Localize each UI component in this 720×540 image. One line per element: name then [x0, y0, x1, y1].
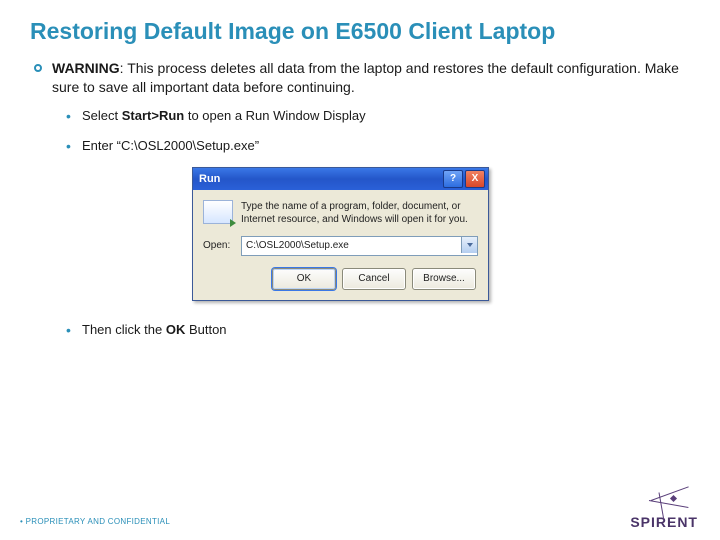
step-select-path: Start>Run: [122, 108, 184, 123]
help-button[interactable]: ?: [443, 170, 463, 188]
slide-title: Restoring Default Image on E6500 Client …: [30, 18, 690, 45]
logo-text: SPIRENT: [630, 514, 698, 530]
warning-label: WARNING: [52, 60, 120, 76]
logo-star-icon: [641, 488, 687, 512]
step-select: Select Start>Run to open a Run Window Di…: [82, 107, 690, 125]
close-button[interactable]: X: [465, 170, 485, 188]
ok-button[interactable]: OK: [272, 268, 336, 290]
run-title: Run: [199, 172, 441, 187]
warning-item: WARNING: This process deletes all data f…: [52, 59, 690, 339]
open-value: C:\OSL2000\Setup.exe: [246, 239, 349, 253]
step-then: Then click the OK Button: [82, 321, 690, 339]
warning-text: : This process deletes all data from the…: [52, 60, 679, 95]
browse-button[interactable]: Browse...: [412, 268, 476, 290]
open-label: Open:: [203, 239, 241, 253]
run-icon: [203, 200, 233, 224]
run-message: Type the name of a program, folder, docu…: [241, 200, 478, 226]
open-input[interactable]: C:\OSL2000\Setup.exe: [241, 236, 478, 256]
run-titlebar[interactable]: Run ? X: [193, 168, 488, 190]
cancel-button[interactable]: Cancel: [342, 268, 406, 290]
spirent-logo: SPIRENT: [630, 488, 698, 530]
dropdown-button[interactable]: [461, 237, 477, 253]
footer-text: • PROPRIETARY AND CONFIDENTIAL: [20, 517, 170, 526]
step-then-ok: OK: [166, 322, 186, 337]
step-enter: Enter “C:\OSL2000\Setup.exe”: [82, 137, 690, 155]
run-dialog: Run ? X Type the name of a program, fold…: [192, 167, 489, 301]
